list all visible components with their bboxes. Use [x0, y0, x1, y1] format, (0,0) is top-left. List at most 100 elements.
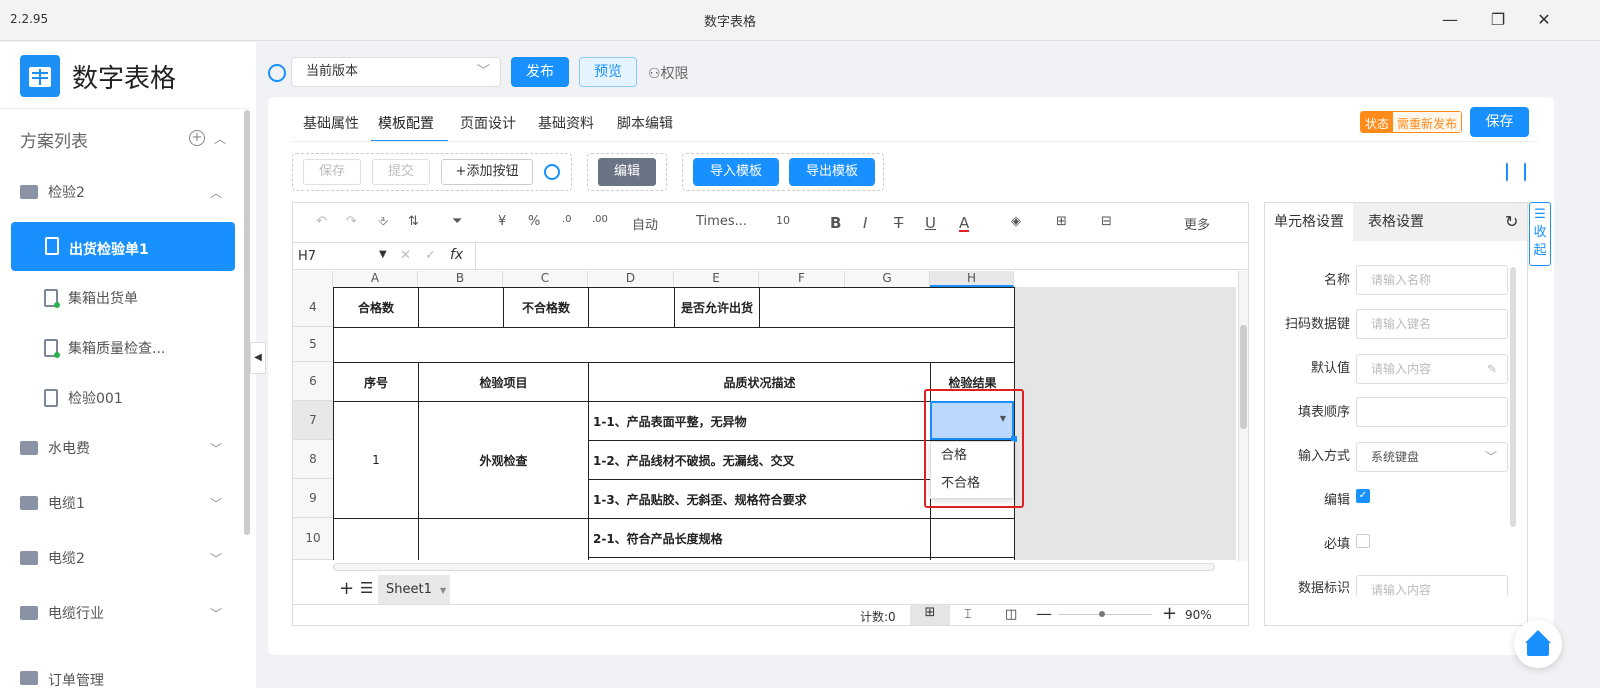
cell-a4[interactable]: 合格数: [334, 288, 418, 327]
submit-button[interactable]: 提交: [372, 159, 430, 185]
column-header[interactable]: E: [674, 271, 759, 287]
tab-basic-props[interactable]: 基础属性: [303, 113, 359, 133]
sidebar-scrollbar[interactable]: [244, 110, 250, 535]
fill-order-input[interactable]: [1356, 397, 1508, 427]
currency-icon[interactable]: ¥: [498, 214, 506, 232]
zoom-in-icon[interactable]: +: [1162, 603, 1177, 624]
sidebar-group-jianyan2[interactable]: 检验2 ︿: [0, 167, 240, 217]
column-header[interactable]: D: [588, 271, 674, 287]
column-header[interactable]: H: [930, 271, 1014, 287]
cell-d9[interactable]: 1-3、产品贴胶、无斜歪、规格符合要求: [589, 480, 930, 518]
column-header[interactable]: C: [503, 271, 588, 287]
column-header[interactable]: B: [418, 271, 503, 287]
column-header[interactable]: F: [759, 271, 845, 287]
row-header[interactable]: 8: [293, 440, 333, 479]
cell-d7[interactable]: 1-1、产品表面平整，无异物: [589, 402, 930, 440]
function-icon[interactable]: fx: [450, 247, 463, 263]
sidebar-group-cable1[interactable]: 电缆1 ﹀: [0, 478, 240, 528]
row-header[interactable]: 5: [293, 327, 333, 362]
underline-icon[interactable]: U: [925, 214, 936, 232]
tab-cell-settings[interactable]: 单元格设置: [1265, 203, 1353, 241]
row-header[interactable]: 10: [293, 518, 333, 560]
cell-d6[interactable]: 品质状况描述: [589, 363, 930, 401]
border-icon[interactable]: ⊞: [1056, 214, 1067, 232]
data-tag-input[interactable]: 请输入内容: [1356, 575, 1508, 597]
normal-view-icon[interactable]: ⊞: [910, 605, 950, 625]
tab-table-settings[interactable]: 表格设置: [1353, 203, 1527, 241]
row-header[interactable]: 6: [293, 362, 333, 401]
font-family-select[interactable]: Times...: [696, 214, 747, 232]
action-save-button[interactable]: 保存: [303, 159, 361, 185]
sidebar-item-jianyan001[interactable]: 检验001: [0, 373, 240, 423]
zoom-out-icon[interactable]: —: [1036, 604, 1052, 623]
sort-icon[interactable]: ⇅: [408, 214, 419, 232]
permission-link[interactable]: ⚇权限: [648, 63, 689, 83]
fill-color-icon[interactable]: ◈: [1011, 214, 1021, 232]
sheet-list-icon[interactable]: ☰: [360, 579, 373, 597]
redo-icon[interactable]: ↷: [346, 214, 357, 232]
tab-page-design[interactable]: 页面设计: [460, 113, 516, 133]
cell-a7[interactable]: 1: [334, 402, 418, 518]
cell-b6[interactable]: 检验项目: [419, 363, 588, 401]
collapse-panel-button[interactable]: ☰ 收起: [1529, 202, 1551, 266]
confirm-formula-icon[interactable]: ✓: [425, 248, 436, 263]
italic-icon[interactable]: I: [863, 214, 867, 232]
default-value-input[interactable]: 请输入内容 ✎: [1356, 354, 1508, 384]
strikethrough-icon[interactable]: T: [894, 214, 903, 232]
collapse-sidebar-button[interactable]: ◀: [250, 342, 266, 374]
sidebar-group-cable2[interactable]: 电缆2 ﹀: [0, 533, 240, 583]
settings-gear-icon[interactable]: [544, 164, 560, 180]
save-button[interactable]: 保存: [1470, 107, 1529, 137]
vertical-scrollbar[interactable]: [1238, 271, 1248, 561]
row-header[interactable]: 4: [293, 287, 333, 327]
row-header[interactable]: 9: [293, 479, 333, 518]
column-header[interactable]: G: [845, 271, 930, 287]
pencil-icon[interactable]: ✎: [1487, 355, 1497, 383]
more-menu[interactable]: 更多: [1184, 214, 1210, 233]
add-plan-icon[interactable]: +: [189, 130, 205, 146]
panel-scrollbar[interactable]: [1510, 267, 1516, 527]
home-button[interactable]: [1514, 620, 1562, 668]
percent-icon[interactable]: %: [528, 214, 540, 232]
preview-button[interactable]: 预览: [579, 57, 637, 87]
tab-script-edit[interactable]: 脚本编辑: [617, 113, 673, 133]
history-icon[interactable]: [268, 64, 286, 82]
cell-e4[interactable]: 是否允许出货: [675, 288, 759, 327]
font-size-select[interactable]: 10: [776, 214, 790, 232]
bold-icon[interactable]: B: [830, 214, 841, 232]
format-painter-icon[interactable]: ⎀: [378, 214, 388, 232]
input-method-select[interactable]: 系统键盘 ﹀: [1356, 442, 1508, 472]
page-break-view-icon[interactable]: ⌶: [964, 607, 972, 622]
page-layout-view-icon[interactable]: ◫: [1005, 607, 1017, 622]
cell-b7[interactable]: 外观检查: [419, 402, 588, 518]
number-format-select[interactable]: 自动: [632, 214, 658, 233]
sidebar-group-orders[interactable]: 订单管理: [0, 650, 240, 688]
cell-d10[interactable]: 2-1、符合产品长度规格: [589, 519, 930, 557]
sidebar-item-active[interactable]: 出货检验单1: [11, 222, 235, 271]
version-select[interactable]: 当前版本 ﹀: [291, 57, 501, 87]
minimize-button[interactable]: —: [1440, 10, 1460, 30]
refresh-icon[interactable]: ↻: [1505, 212, 1518, 231]
font-color-icon[interactable]: A: [959, 214, 970, 232]
export-template-button[interactable]: 导出模板: [789, 158, 875, 186]
column-header[interactable]: A: [333, 271, 418, 287]
edit-button[interactable]: 编辑: [598, 158, 656, 186]
tab-template-config[interactable]: 模板配置: [378, 113, 434, 133]
sidebar-item-quality[interactable]: 集箱质量检查...: [0, 323, 240, 373]
import-template-button[interactable]: 导入模板: [693, 158, 779, 186]
cell-d8[interactable]: 1-2、产品线材不破损。无漏线、交叉: [589, 441, 930, 479]
sidebar-item-jixiang[interactable]: 集箱出货单: [0, 273, 240, 323]
required-checkbox[interactable]: [1356, 534, 1370, 548]
filter-icon[interactable]: ⏷: [452, 214, 462, 232]
scan-key-input[interactable]: 请输入键名: [1356, 309, 1508, 339]
cancel-formula-icon[interactable]: ✕: [400, 248, 411, 263]
sheet-tab[interactable]: Sheet1 ▼: [378, 575, 450, 604]
decrease-decimal-icon[interactable]: .0: [562, 214, 572, 232]
undo-icon[interactable]: ↶: [316, 214, 327, 232]
cell-reference[interactable]: H7: [298, 249, 316, 264]
increase-decimal-icon[interactable]: .00: [592, 214, 608, 232]
zoom-slider[interactable]: [1058, 614, 1152, 615]
cell-a6[interactable]: 序号: [334, 363, 418, 401]
fullscreen-icon[interactable]: [1506, 162, 1526, 182]
merge-cells-icon[interactable]: ⊟: [1101, 214, 1112, 232]
